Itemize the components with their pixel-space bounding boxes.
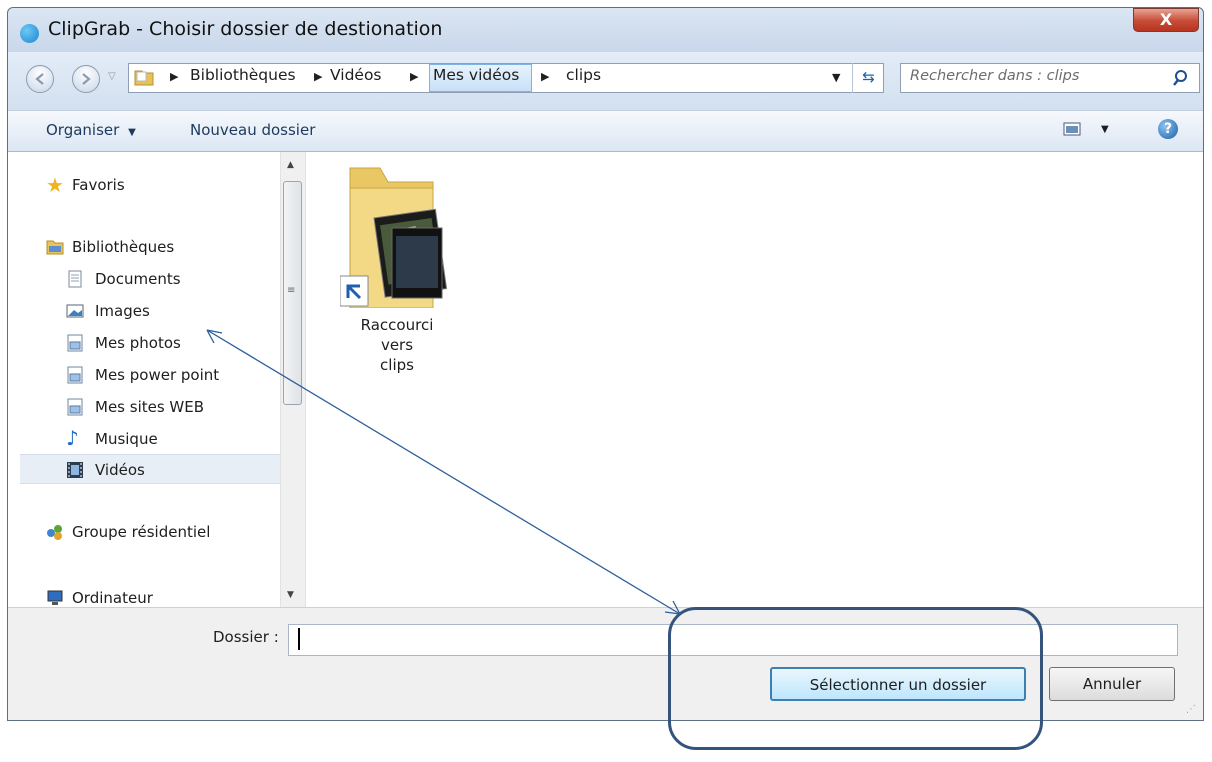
folder-item-label[interactable]: Raccourci vers clips bbox=[348, 315, 446, 375]
homegroup-icon bbox=[47, 525, 62, 540]
nav-item-label: Mes sites WEB bbox=[95, 398, 205, 416]
nav-favorites-label: Favoris bbox=[72, 176, 125, 194]
new-folder-button[interactable]: Nouveau dossier bbox=[190, 121, 315, 139]
back-arrow-icon bbox=[35, 73, 44, 85]
breadcrumb-mes-videos[interactable]: Mes vidéos bbox=[433, 66, 519, 84]
nav-item-label: Mes photos bbox=[95, 334, 181, 352]
clipgrab-app-icon bbox=[20, 24, 39, 43]
library-folder-icon bbox=[67, 334, 83, 352]
address-dropdown-icon[interactable]: ▼ bbox=[832, 71, 840, 84]
nav-item-images[interactable]: Images bbox=[66, 297, 266, 325]
document-icon bbox=[68, 270, 82, 288]
nav-item-label: Images bbox=[95, 302, 150, 320]
folder-label-line2: clips bbox=[380, 356, 414, 374]
help-icon[interactable]: ? bbox=[1158, 119, 1178, 139]
folder-label-line1: Raccourci vers bbox=[360, 316, 434, 354]
folder-shortcut-icon[interactable] bbox=[340, 158, 450, 308]
text-caret bbox=[298, 628, 300, 650]
nav-item-label: Documents bbox=[95, 270, 181, 288]
annotation-highlight bbox=[668, 607, 1043, 750]
nav-homegroup-label: Groupe résidentiel bbox=[72, 523, 211, 541]
refresh-icon[interactable]: ⇆ bbox=[852, 63, 884, 93]
library-folder-icon bbox=[67, 398, 83, 416]
scroll-up-icon[interactable]: ▲ bbox=[287, 160, 294, 170]
nav-item-musique[interactable]: ♪ Musique bbox=[66, 425, 266, 453]
nav-libraries[interactable]: Bibliothèques bbox=[46, 233, 246, 261]
cancel-button[interactable]: Annuler bbox=[1049, 667, 1175, 701]
nav-item-mes-photos[interactable]: Mes photos bbox=[66, 329, 266, 357]
picture-icon bbox=[66, 304, 84, 318]
back-button[interactable] bbox=[26, 65, 54, 93]
breadcrumb-clips[interactable]: clips bbox=[566, 66, 601, 84]
music-note-icon: ♪ bbox=[66, 426, 79, 450]
nav-item-documents[interactable]: Documents bbox=[66, 265, 266, 293]
nav-item-label: Mes power point bbox=[95, 366, 220, 384]
library-folder-icon bbox=[67, 366, 83, 384]
nav-homegroup[interactable]: Groupe résidentiel bbox=[46, 518, 266, 546]
search-icon[interactable] bbox=[1172, 69, 1190, 87]
library-icon bbox=[46, 240, 64, 255]
film-icon bbox=[67, 462, 83, 478]
search-placeholder: Rechercher dans : clips bbox=[910, 68, 1080, 84]
nav-item-mes-sites-web[interactable]: Mes sites WEB bbox=[66, 393, 266, 421]
scroll-down-icon[interactable]: ▼ bbox=[287, 590, 294, 600]
nav-libraries-label: Bibliothèques bbox=[72, 238, 175, 256]
command-toolbar bbox=[8, 110, 1203, 152]
nav-item-label: Vidéos bbox=[95, 461, 145, 479]
organize-label: Organiser bbox=[46, 121, 120, 139]
resize-grip-icon[interactable]: ⋰ bbox=[1186, 704, 1196, 715]
folder-icon bbox=[134, 70, 154, 86]
breadcrumb-videos[interactable]: Vidéos bbox=[330, 66, 382, 84]
view-dropdown-icon[interactable]: ▼ bbox=[1101, 124, 1109, 135]
nav-item-videos[interactable]: Vidéos bbox=[66, 456, 266, 484]
history-dropdown-icon[interactable]: ▽ bbox=[108, 71, 116, 82]
breadcrumb-bibliotheques[interactable]: Bibliothèques bbox=[190, 66, 296, 84]
breadcrumb-separator-icon[interactable]: ▶ bbox=[314, 70, 322, 83]
view-options-icon[interactable] bbox=[1063, 122, 1081, 137]
window-title: ClipGrab - Choisir dossier de destionati… bbox=[48, 18, 443, 40]
forward-button[interactable] bbox=[72, 65, 100, 93]
folder-field-label: Dossier : bbox=[213, 628, 279, 646]
breadcrumb-separator-icon[interactable]: ▶ bbox=[410, 70, 418, 83]
nav-item-mes-power-point[interactable]: Mes power point bbox=[66, 361, 266, 389]
close-button[interactable]: X bbox=[1133, 8, 1199, 32]
computer-icon bbox=[47, 590, 63, 605]
star-icon: ★ bbox=[46, 173, 64, 197]
forward-arrow-icon bbox=[82, 73, 91, 85]
nav-item-label: Musique bbox=[95, 430, 158, 448]
breadcrumb-separator-icon[interactable]: ▶ bbox=[541, 70, 549, 83]
scroll-grip-icon: ≡ bbox=[287, 285, 296, 296]
chevron-down-icon: ▼ bbox=[128, 127, 136, 138]
breadcrumb-separator-icon[interactable]: ▶ bbox=[170, 70, 178, 83]
organize-menu[interactable]: Organiser ▼ bbox=[46, 121, 136, 139]
